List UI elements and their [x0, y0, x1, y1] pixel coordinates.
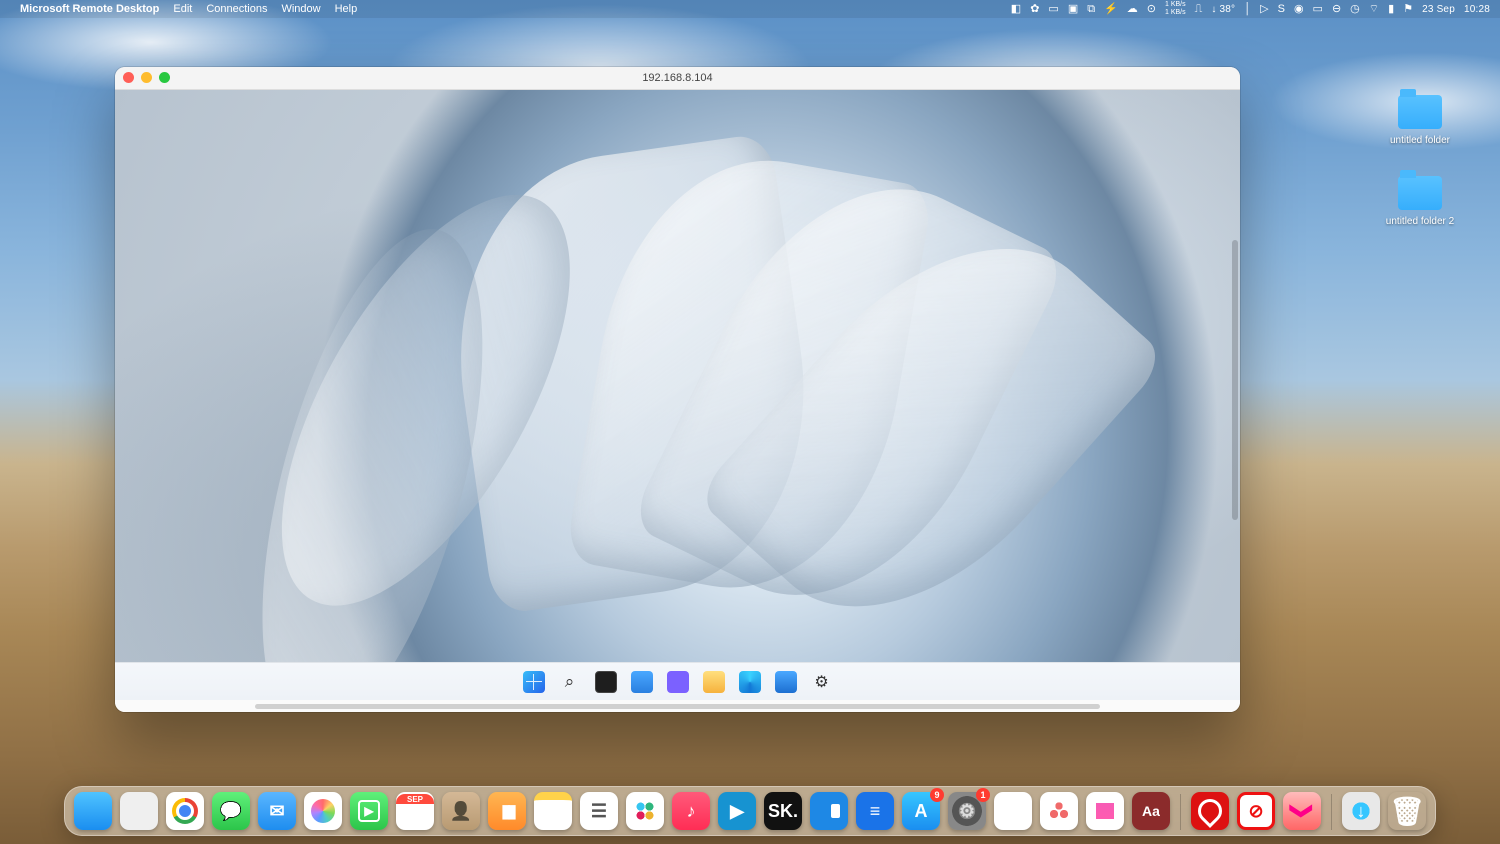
widgets-button[interactable] — [631, 671, 653, 693]
calendar-month: SEP — [396, 794, 434, 804]
dock-google-docs-icon[interactable] — [856, 792, 894, 830]
dock-acrobat-icon[interactable] — [1191, 792, 1229, 830]
menu-help[interactable]: Help — [335, 3, 358, 15]
window-traffic-lights — [123, 72, 170, 83]
macos-menubar: Microsoft Remote Desktop Edit Connection… — [0, 0, 1500, 18]
dock-separator — [1180, 794, 1181, 830]
file-explorer-button[interactable] — [703, 671, 725, 693]
menu-connections[interactable]: Connections — [206, 3, 267, 15]
remote-vertical-scrollbar[interactable] — [1232, 240, 1238, 520]
dock-triangle-app-icon[interactable] — [1086, 792, 1124, 830]
status-toggle-icon[interactable]: ⊙ — [1147, 4, 1156, 15]
window-minimize-button[interactable] — [141, 72, 152, 83]
window-titlebar[interactable]: 192.168.8.104 — [115, 67, 1240, 90]
scrollbar-thumb[interactable] — [255, 704, 1100, 709]
menubar-date[interactable]: 23 Sep — [1422, 4, 1455, 15]
remote-desktop-window[interactable]: 192.168.8.104 — [115, 67, 1240, 712]
chat-button[interactable] — [667, 671, 689, 693]
folder-icon — [1398, 95, 1442, 129]
status-leaf-icon[interactable]: ✿ — [1030, 4, 1039, 15]
status-clock-icon[interactable]: ◷ — [1350, 4, 1360, 15]
windows-settings-button[interactable] — [811, 671, 833, 693]
status-lightning-icon[interactable]: ⚡ — [1104, 4, 1118, 15]
menubar-app-name[interactable]: Microsoft Remote Desktop — [20, 3, 159, 15]
folder-label: untitled folder 2 — [1386, 216, 1454, 227]
status-tray-icon[interactable]: ▣ — [1068, 4, 1078, 15]
dock-finder-icon[interactable] — [74, 792, 112, 830]
appstore-badge: 9 — [930, 788, 944, 802]
status-doc-icon[interactable]: ▭ — [1048, 4, 1058, 15]
remote-horizontal-scrollbar[interactable] — [115, 700, 1240, 712]
status-bookmark-icon[interactable]: ◧ — [1011, 4, 1021, 15]
dock-mail-icon[interactable] — [258, 792, 296, 830]
dock-trello-icon[interactable] — [810, 792, 848, 830]
dock-books-icon[interactable] — [488, 792, 526, 830]
window-close-button[interactable] — [123, 72, 134, 83]
folder-icon — [1398, 176, 1442, 210]
dock-red-circle-app-icon[interactable] — [1237, 792, 1275, 830]
dock-pink-app-icon[interactable] — [1283, 792, 1321, 830]
search-button[interactable] — [559, 671, 581, 693]
dock-slack-icon[interactable] — [626, 792, 664, 830]
status-display-icon[interactable]: ▭ — [1313, 4, 1323, 15]
status-flag-icon[interactable]: ⚑ — [1403, 4, 1413, 15]
window-fullscreen-button[interactable] — [159, 72, 170, 83]
dock-trash-icon[interactable] — [1388, 792, 1426, 830]
status-cloud-icon[interactable]: ☁ — [1127, 4, 1138, 15]
net-up: 1 KB/s — [1165, 1, 1186, 9]
window-title: 192.168.8.104 — [115, 72, 1240, 84]
folder-label: untitled folder — [1390, 135, 1450, 146]
dock-messages-icon[interactable] — [212, 792, 250, 830]
status-bars-icon[interactable]: ⎍ — [1195, 4, 1203, 15]
dock-container: SEP 23 SK. 9 1 — [64, 786, 1436, 836]
menu-edit[interactable]: Edit — [173, 3, 192, 15]
status-line-icon[interactable]: │ — [1244, 4, 1251, 15]
menubar-status-area: ◧ ✿ ▭ ▣ ⧉ ⚡ ☁ ⊙ 1 KB/s 1 KB/s ⎍ ↓ 38° │ … — [1011, 1, 1490, 17]
desktop-folder-untitled-2[interactable]: untitled folder 2 — [1386, 176, 1454, 227]
microsoft-store-button[interactable] — [775, 671, 797, 693]
dock-contacts-icon[interactable] — [442, 792, 480, 830]
desktop-icons-area: untitled folder untitled folder 2 — [1360, 95, 1480, 227]
dock-notion-icon[interactable] — [994, 792, 1032, 830]
settings-badge: 1 — [976, 788, 990, 802]
edge-button[interactable] — [739, 671, 761, 693]
status-temp[interactable]: ↓ 38° — [1211, 4, 1235, 15]
status-s-icon[interactable]: S — [1278, 4, 1285, 15]
calendar-day: 23 — [404, 804, 426, 828]
status-battery-icon[interactable]: ▮ — [1388, 4, 1394, 15]
dock-photos-icon[interactable] — [304, 792, 342, 830]
status-d-icon[interactable]: ▷ — [1260, 4, 1268, 15]
status-record-icon[interactable]: ◉ — [1294, 4, 1304, 15]
menu-window[interactable]: Window — [281, 3, 320, 15]
macos-desktop: Microsoft Remote Desktop Edit Connection… — [0, 0, 1500, 844]
macos-dock: SEP 23 SK. 9 1 — [64, 786, 1436, 836]
dock-reminders-icon[interactable] — [580, 792, 618, 830]
menubar-time[interactable]: 10:28 — [1464, 4, 1490, 15]
windows-taskbar — [115, 662, 1240, 700]
dock-notes-icon[interactable] — [534, 792, 572, 830]
dock-music-icon[interactable] — [672, 792, 710, 830]
dock-dictionary-icon[interactable] — [1132, 792, 1170, 830]
dock-sk-app-icon[interactable]: SK. — [764, 792, 802, 830]
dock-chrome-icon[interactable] — [166, 792, 204, 830]
remote-windows-desktop[interactable] — [115, 90, 1240, 662]
dock-downloads-icon[interactable] — [1342, 792, 1380, 830]
status-wifi-icon[interactable]: ⌔ — [1369, 4, 1379, 15]
dock-appstore-icon[interactable]: 9 — [902, 792, 940, 830]
dock-calendar-icon[interactable]: SEP 23 — [396, 792, 434, 830]
task-view-button[interactable] — [595, 671, 617, 693]
dock-launchpad-icon[interactable] — [120, 792, 158, 830]
dock-asana-icon[interactable] — [1040, 792, 1078, 830]
dock-media-app-icon[interactable] — [718, 792, 756, 830]
desktop-folder-untitled[interactable]: untitled folder — [1390, 95, 1450, 146]
status-dnd-icon[interactable]: ⊖ — [1332, 4, 1341, 15]
status-network-speed[interactable]: 1 KB/s 1 KB/s — [1165, 1, 1186, 17]
net-down: 1 KB/s — [1165, 9, 1186, 17]
status-puzzle-icon[interactable]: ⧉ — [1087, 4, 1095, 15]
dock-facetime-icon[interactable] — [350, 792, 388, 830]
start-button[interactable] — [523, 671, 545, 693]
dock-separator — [1331, 794, 1332, 830]
dock-system-settings-icon[interactable]: 1 — [948, 792, 986, 830]
